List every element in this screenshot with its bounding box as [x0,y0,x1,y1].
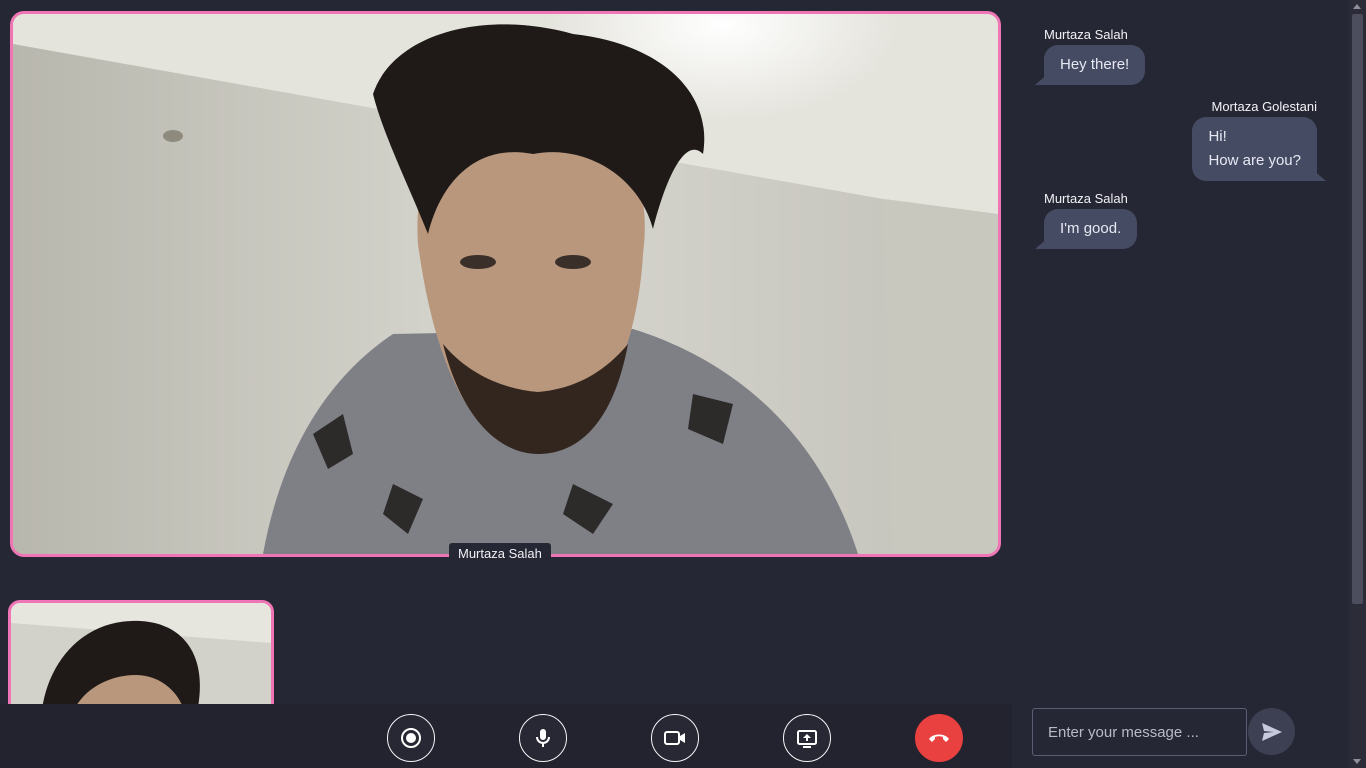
send-icon [1261,722,1282,741]
message-bubble: Hi! How are you? [1192,117,1317,181]
camera-button[interactable] [651,714,699,762]
scroll-down-arrow-icon[interactable] [1353,759,1361,764]
message-composer [1032,707,1314,757]
video-camera-icon [664,731,685,745]
self-video-feed [11,603,271,717]
main-video-feed [13,14,998,554]
message-bubble: I'm good. [1044,209,1138,249]
chat-message: Mortaza Golestani Hi! How are you? [1192,99,1317,181]
share-screen-button[interactable] [783,714,831,762]
phone-hangup-icon [929,734,949,742]
page-scrollbar[interactable] [1349,0,1366,768]
message-sender: Mortaza Golestani [1211,99,1318,114]
call-controls-bar [0,704,1012,768]
video-stage: Murtaza Salah [0,0,1012,768]
message-input[interactable] [1032,708,1247,756]
scrollbar-thumb[interactable] [1352,14,1363,604]
message-bubble: Hey there! [1044,45,1146,85]
hang-up-button[interactable] [915,714,963,762]
record-button[interactable] [387,714,435,762]
participant-name-label: Murtaza Salah [449,543,551,565]
message-sender: Murtaza Salah [1044,27,1128,42]
message-sender: Murtaza Salah [1044,191,1128,206]
send-button[interactable] [1248,708,1295,755]
microphone-icon [536,729,550,747]
microphone-button[interactable] [519,714,567,762]
share-screen-icon [797,730,817,748]
chat-panel: Murtaza Salah Hey there! Mortaza Golesta… [1012,0,1349,768]
main-video-tile[interactable] [10,11,1001,557]
scroll-up-arrow-icon[interactable] [1353,4,1361,9]
chat-message: Murtaza Salah Hey there! [1044,27,1146,85]
self-view-thumbnail[interactable] [8,600,274,720]
record-icon [401,728,421,748]
chat-message: Murtaza Salah I'm good. [1044,191,1138,249]
